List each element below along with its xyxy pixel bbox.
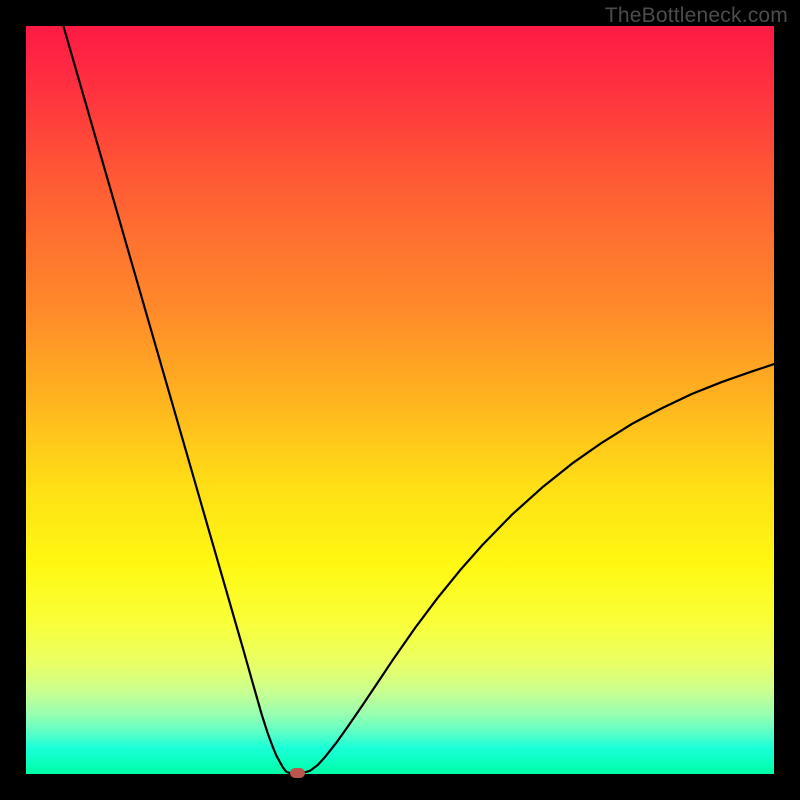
- watermark-text: TheBottleneck.com: [605, 4, 788, 28]
- optimal-point-marker: [290, 768, 305, 778]
- chart-plot-area: [26, 26, 774, 774]
